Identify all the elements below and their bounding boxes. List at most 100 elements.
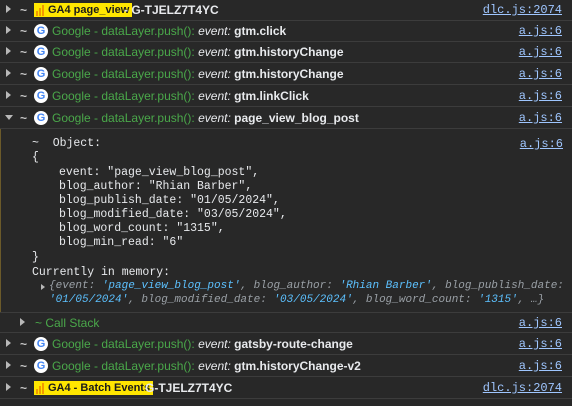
event-name: gtm.click bbox=[234, 24, 287, 38]
log-row-datalayer[interactable]: ~ G Google - dataLayer.push(): event: gt… bbox=[0, 64, 572, 85]
caret-right-icon[interactable] bbox=[6, 26, 11, 34]
call-stack-row[interactable]: ~ Call Stack a.js:6 bbox=[0, 312, 572, 333]
caret-down-icon[interactable] bbox=[5, 115, 13, 120]
event-name: page_view_blog_post bbox=[234, 111, 359, 125]
source-link[interactable]: a.js:6 bbox=[519, 111, 562, 125]
source-link[interactable]: a.js:6 bbox=[519, 337, 562, 351]
source-label: Google - dataLayer.push(): bbox=[52, 111, 195, 125]
call-stack-label: ~ Call Stack bbox=[35, 316, 100, 330]
caret-right-icon[interactable] bbox=[6, 361, 11, 369]
caret-right-icon[interactable] bbox=[6, 47, 11, 55]
ga4-label: GA4 - Batch Events bbox=[48, 382, 151, 394]
measurement-id: - G-TJELZ7T4YC bbox=[124, 3, 219, 17]
log-message: Google - dataLayer.push(): event: gtm.hi… bbox=[52, 359, 361, 373]
event-key: event: bbox=[198, 337, 231, 351]
source-label: Google - dataLayer.push(): bbox=[52, 359, 195, 373]
memory-value: 'Rhian Barber' bbox=[339, 280, 432, 292]
close-brace: } bbox=[32, 251, 39, 264]
log-message: Google - dataLayer.push(): event: gatsby… bbox=[52, 337, 353, 351]
caret-right-icon[interactable] bbox=[20, 318, 25, 326]
google-g-icon: G bbox=[34, 67, 48, 81]
tilde-marker: ~ bbox=[20, 359, 28, 373]
log-message: Google - dataLayer.push(): event: gtm.li… bbox=[52, 89, 309, 103]
google-g-icon: G bbox=[34, 89, 48, 103]
source-label: Google - dataLayer.push(): bbox=[52, 45, 195, 59]
memory-value: '01/05/2024' bbox=[49, 294, 129, 306]
event-key: event: bbox=[198, 89, 231, 103]
memory-label: Currently in memory: bbox=[32, 266, 171, 279]
memory-value: '1315' bbox=[478, 294, 518, 306]
ga4-badge: GA4 page_view bbox=[34, 3, 133, 17]
event-key: event: bbox=[198, 111, 231, 125]
object-property: blog_publish_date: "01/05/2024", bbox=[59, 194, 280, 207]
memory-value: 'page_view_blog_post' bbox=[101, 280, 241, 292]
tilde-marker: ~ bbox=[20, 89, 28, 103]
log-row-datalayer[interactable]: ~ G Google - dataLayer.push(): event: gt… bbox=[0, 86, 572, 107]
log-row-datalayer-expanded[interactable]: ~ G Google - dataLayer.push(): event: pa… bbox=[0, 108, 572, 129]
log-row-ga4-batch[interactable]: ~ GA4 - Batch Events G-TJELZ7T4YC dlc.js… bbox=[0, 378, 572, 399]
measurement-id: G-TJELZ7T4YC bbox=[145, 381, 233, 395]
ga4-label: GA4 page_view bbox=[48, 4, 130, 16]
ga4-bars-icon bbox=[36, 382, 45, 394]
source-label: Google - dataLayer.push(): bbox=[52, 89, 195, 103]
caret-right-icon[interactable] bbox=[6, 339, 11, 347]
source-link[interactable]: a.js:6 bbox=[519, 316, 562, 330]
object-property: blog_author: "Rhian Barber", bbox=[59, 180, 253, 193]
object-property: blog_min_read: "6" bbox=[59, 236, 184, 249]
source-link[interactable]: dlc.js:2074 bbox=[483, 3, 562, 17]
event-key: event: bbox=[198, 359, 231, 373]
source-link[interactable]: a.js:6 bbox=[519, 67, 562, 81]
tilde-marker: ~ bbox=[20, 111, 28, 125]
event-name: gtm.linkClick bbox=[234, 89, 309, 103]
tilde-marker: ~ bbox=[20, 67, 28, 81]
caret-right-icon[interactable] bbox=[6, 5, 11, 13]
log-message: Google - dataLayer.push(): event: gtm.hi… bbox=[52, 45, 344, 59]
caret-right-icon[interactable] bbox=[41, 284, 45, 290]
source-link[interactable]: a.js:6 bbox=[519, 24, 562, 38]
source-link[interactable]: dlc.js:2074 bbox=[483, 381, 562, 395]
memory-preview-line[interactable]: '01/05/2024', blog_modified_date: '03/05… bbox=[49, 294, 544, 306]
log-message: Google - dataLayer.push(): event: page_v… bbox=[52, 111, 359, 125]
memory-key: , blog_word_count: bbox=[352, 294, 479, 306]
event-name: gtm.historyChange bbox=[234, 67, 344, 81]
source-link[interactable]: a.js:6 bbox=[520, 137, 563, 151]
expanded-group: ~ Object: a.js:6 { event: "page_view_blo… bbox=[0, 129, 572, 312]
log-row-datalayer[interactable]: ~ G Google - dataLayer.push(): event: ga… bbox=[0, 334, 572, 355]
memory-key: {event: bbox=[49, 280, 102, 292]
log-row-ga4-page-view[interactable]: ~ GA4 page_view - G-TJELZ7T4YC dlc.js:20… bbox=[0, 0, 572, 21]
memory-key: , blog_modified_date: bbox=[128, 294, 274, 306]
tilde-marker: ~ bbox=[20, 45, 28, 59]
event-key: event: bbox=[198, 24, 231, 38]
object-property: event: "page_view_blog_post", bbox=[59, 166, 260, 179]
ga4-badge: GA4 - Batch Events bbox=[34, 381, 154, 395]
memory-key: , …} bbox=[517, 294, 545, 306]
open-brace: { bbox=[32, 151, 39, 164]
object-property: blog_modified_date: "03/05/2024", bbox=[59, 208, 287, 221]
source-label: Google - dataLayer.push(): bbox=[52, 24, 195, 38]
event-name: gtm.historyChange-v2 bbox=[234, 359, 361, 373]
object-header[interactable]: ~ Object: bbox=[32, 137, 101, 150]
log-message: Google - dataLayer.push(): event: gtm.cl… bbox=[52, 24, 286, 38]
memory-preview-line[interactable]: {event: 'page_view_blog_post', blog_auth… bbox=[49, 280, 564, 292]
memory-key: , blog_author: bbox=[240, 280, 340, 292]
google-g-icon: G bbox=[34, 24, 48, 38]
tilde-marker: ~ bbox=[20, 337, 28, 351]
caret-right-icon[interactable] bbox=[6, 91, 11, 99]
source-link[interactable]: a.js:6 bbox=[519, 45, 562, 59]
source-link[interactable]: a.js:6 bbox=[519, 89, 562, 103]
tilde-marker: ~ bbox=[20, 381, 28, 395]
event-name: gatsby-route-change bbox=[234, 337, 353, 351]
ga4-bars-icon bbox=[36, 4, 45, 16]
google-g-icon: G bbox=[34, 359, 48, 373]
source-label: Google - dataLayer.push(): bbox=[52, 67, 195, 81]
log-row-datalayer[interactable]: ~ G Google - dataLayer.push(): event: gt… bbox=[0, 356, 572, 377]
event-key: event: bbox=[198, 45, 231, 59]
caret-right-icon[interactable] bbox=[6, 383, 11, 391]
source-link[interactable]: a.js:6 bbox=[519, 359, 562, 373]
log-row-datalayer[interactable]: ~ G Google - dataLayer.push(): event: gt… bbox=[0, 21, 572, 42]
log-row-datalayer[interactable]: ~ G Google - dataLayer.push(): event: gt… bbox=[0, 42, 572, 63]
object-property: blog_word_count: "1315", bbox=[59, 222, 225, 235]
caret-right-icon[interactable] bbox=[6, 69, 11, 77]
google-g-icon: G bbox=[34, 111, 48, 125]
google-g-icon: G bbox=[34, 337, 48, 351]
